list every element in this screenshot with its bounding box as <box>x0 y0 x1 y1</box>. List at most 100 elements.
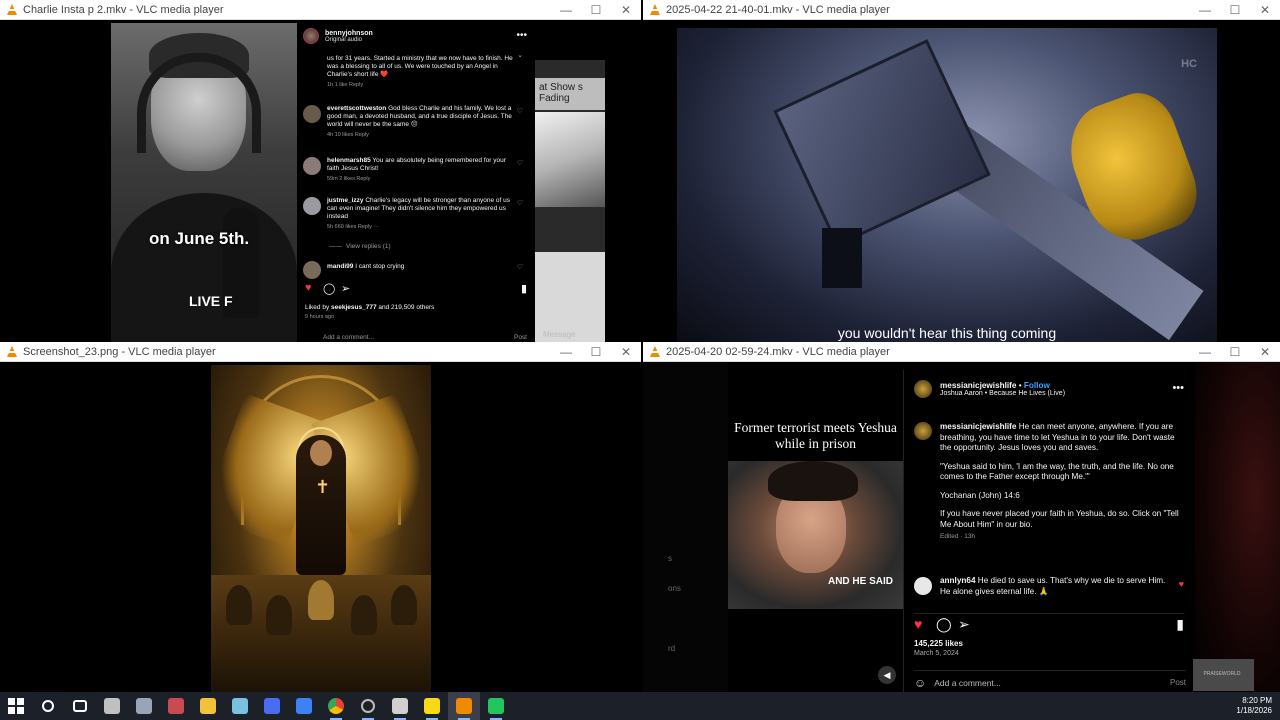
app-icon-6[interactable] <box>288 692 320 720</box>
post-account[interactable]: messianicjewishlife <box>940 381 1016 390</box>
close-button[interactable]: ✕ <box>611 3 641 17</box>
caption-username[interactable]: messianicjewishlife <box>940 422 1016 431</box>
avatar[interactable] <box>914 380 932 398</box>
maximize-button[interactable]: ☐ <box>581 345 611 359</box>
post-username[interactable]: bennyjohnson <box>325 30 373 37</box>
close-button[interactable]: ✕ <box>611 345 641 359</box>
search-icon[interactable] <box>32 692 64 720</box>
instagram-post-panel: messianicjewishlife • Follow Joshua Aaro… <box>903 370 1193 692</box>
app-icon-7[interactable] <box>384 692 416 720</box>
comment-icon[interactable]: ◯ <box>323 282 335 295</box>
more-options-icon[interactable]: ••• <box>516 30 527 41</box>
chrome-icon[interactable] <box>320 692 352 720</box>
person-hair <box>768 461 858 501</box>
add-comment-input[interactable]: Add a comment... <box>934 678 1170 688</box>
video-area[interactable]: HC you wouldn't hear this thing coming <box>643 20 1280 342</box>
add-comment-bar[interactable]: Add a comment... Post <box>305 334 527 341</box>
app-icon-8[interactable] <box>480 692 512 720</box>
window-titlebar[interactable]: Charlie Insta p 2.mkv - VLC media player… <box>0 0 641 20</box>
video-area[interactable]: on June 5th. LIVE F at Show s Fading Mes… <box>0 20 641 342</box>
app-icon-1[interactable] <box>96 692 128 720</box>
minimize-button[interactable]: — <box>1190 3 1220 17</box>
minimize-button[interactable]: — <box>551 3 581 17</box>
minimize-button[interactable]: — <box>551 345 581 359</box>
comment-username[interactable]: justme_izzy <box>327 197 364 204</box>
comment-icon[interactable]: ◯ <box>936 616 952 633</box>
thumbnail-text: at Show s Fading <box>535 78 605 110</box>
nvidia-icon[interactable] <box>352 692 384 720</box>
comment-username[interactable]: mandi99 <box>327 263 353 270</box>
like-heart-icon[interactable]: ♥ <box>305 282 312 294</box>
maximize-button[interactable]: ☐ <box>1220 345 1250 359</box>
comment-avatar[interactable] <box>303 157 321 175</box>
close-button[interactable]: ✕ <box>1250 345 1280 359</box>
post-button[interactable]: Post <box>514 334 527 341</box>
minimize-button[interactable]: — <box>1190 345 1220 359</box>
video-area[interactable]: s ons rd Former terrorist meets Yeshua w… <box>643 362 1280 692</box>
comment-avatar[interactable] <box>303 261 321 279</box>
comment-avatar[interactable] <box>914 577 932 595</box>
start-icon[interactable] <box>0 692 32 720</box>
image-area[interactable]: ✝ <box>0 362 641 692</box>
like-heart-icon[interactable]: ♥ <box>914 616 922 632</box>
sticky-notes-icon[interactable] <box>416 692 448 720</box>
vlc-icon <box>6 3 18 16</box>
window-title: 2025-04-22 21-40-01.mkv - VLC media play… <box>666 3 890 16</box>
mute-icon[interactable]: ◀ <box>878 666 896 684</box>
avatar[interactable] <box>303 28 319 44</box>
post-header: messianicjewishlife • Follow Joshua Aaro… <box>914 380 1184 398</box>
maximize-button[interactable]: ☐ <box>581 3 611 17</box>
liked-by-line: Liked by seekjesus_777 and 219,509 other… <box>305 304 434 311</box>
window-titlebar[interactable]: 2025-04-22 21-40-01.mkv - VLC media play… <box>643 0 1280 20</box>
comment-username[interactable]: helenmarsh85 <box>327 157 371 164</box>
cross-icon: ✝ <box>315 477 331 497</box>
emoji-icon[interactable]: ☺ <box>914 676 926 690</box>
file-explorer-icon[interactable] <box>192 692 224 720</box>
add-comment-input[interactable]: Add a comment... <box>323 334 374 341</box>
post-audio[interactable]: Joshua Aaron • Because He Lives (Live) <box>940 390 1065 397</box>
system-clock[interactable]: 8:20 PM 1/18/2026 <box>1236 696 1272 716</box>
app-icon-4[interactable] <box>224 692 256 720</box>
clock-date: 1/18/2026 <box>1236 706 1272 715</box>
app-icon-3[interactable] <box>160 692 192 720</box>
heart-icon[interactable]: ♡ <box>517 159 523 167</box>
comment-avatar[interactable] <box>303 197 321 215</box>
app-icon-5[interactable] <box>256 692 288 720</box>
window-titlebar[interactable]: 2025-04-20 02-59-24.mkv - VLC media play… <box>643 342 1280 362</box>
view-replies-label[interactable]: View replies (1) <box>346 243 391 250</box>
maximize-button[interactable]: ☐ <box>1220 3 1250 17</box>
post-button[interactable]: Post <box>1170 678 1186 687</box>
task-view-icon[interactable] <box>64 692 96 720</box>
reel-video[interactable]: Former terrorist meets Yeshua while in p… <box>728 368 903 692</box>
heart-icon[interactable]: ♡ <box>517 263 523 271</box>
comment-username[interactable]: everettscottweston <box>327 105 386 112</box>
heart-icon[interactable]: ♥ <box>1179 579 1184 589</box>
post-audio[interactable]: Original audio <box>325 37 373 43</box>
comment-username[interactable]: annlyn64 <box>940 576 976 585</box>
comment: everettscottweston God bless Charlie and… <box>303 105 529 139</box>
more-options-icon[interactable]: ••• <box>1172 382 1184 394</box>
view-replies[interactable]: —— View replies (1) <box>303 243 529 250</box>
liked-by-user[interactable]: seekjesus_777 <box>331 304 377 311</box>
caption-avatar[interactable] <box>914 422 932 440</box>
bookmark-icon[interactable]: ▮ <box>1176 616 1184 633</box>
share-icon[interactable]: ➢ <box>341 282 350 295</box>
scene-structure <box>773 39 991 247</box>
likes-count[interactable]: 145,225 likes <box>914 639 963 648</box>
heart-icon[interactable]: ♡ <box>517 107 523 115</box>
comment-avatar[interactable] <box>303 105 321 123</box>
heart-icon[interactable]: ⌄ <box>517 51 523 59</box>
close-button[interactable]: ✕ <box>1250 3 1280 17</box>
follow-button[interactable]: Follow <box>1024 381 1050 390</box>
comment-text: I cant stop crying <box>355 263 405 270</box>
window-titlebar[interactable]: Screenshot_23.png - VLC media player — ☐… <box>0 342 641 362</box>
app-icon-2[interactable] <box>128 692 160 720</box>
bookmark-icon[interactable]: ▮ <box>521 282 527 295</box>
share-icon[interactable]: ➢ <box>958 616 970 633</box>
heart-icon[interactable]: ♡ <box>517 199 523 207</box>
scene-shadow <box>822 228 862 288</box>
vlc-icon[interactable] <box>448 692 480 720</box>
vlc-window-video-2: 2025-04-22 21-40-01.mkv - VLC media play… <box>643 0 1280 342</box>
post-time: 9 hours ago <box>305 314 335 320</box>
add-comment-bar: ☺ Add a comment... Post <box>914 670 1186 692</box>
